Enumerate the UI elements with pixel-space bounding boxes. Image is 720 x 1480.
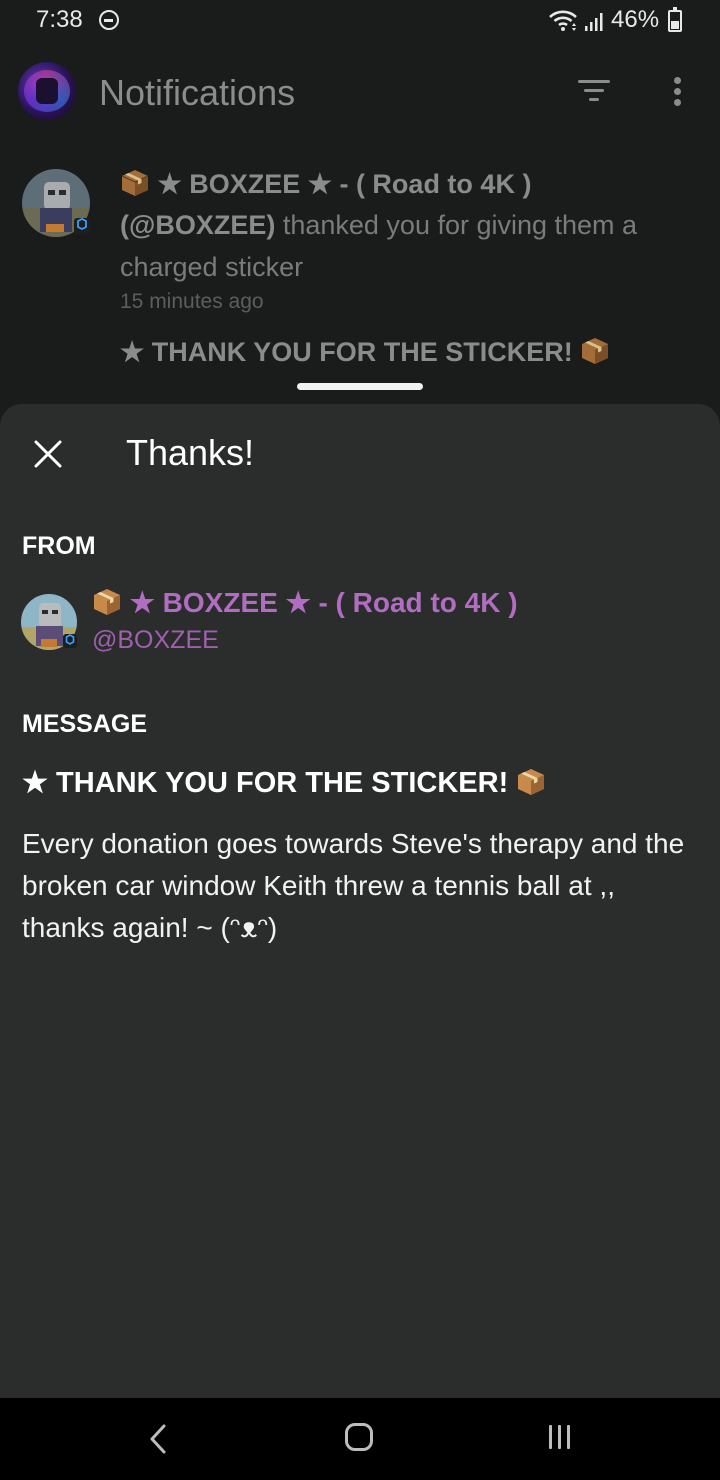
package-icon (121, 170, 149, 196)
from-name-text: ★ BOXZEE ★ - ( Road to 4K ) (129, 587, 518, 618)
package-icon (94, 589, 120, 615)
message-title-text: ★ THANK YOU FOR THE STICKER! (22, 767, 509, 799)
notification-item[interactable]: ★ BOXZEE ★ - ( Road to 4K ) (@BOXZEE) th… (120, 164, 680, 314)
home-icon[interactable] (345, 1423, 373, 1451)
package-icon (518, 769, 545, 795)
notification-message-text: ★ THANK YOU FOR THE STICKER! (120, 337, 573, 367)
status-time: 7:38 (36, 6, 83, 33)
close-icon[interactable] (32, 438, 64, 470)
notification-message: ★ THANK YOU FOR THE STICKER! (120, 336, 610, 368)
battery-percentage: 46% (611, 6, 660, 33)
avatar[interactable] (22, 168, 92, 238)
notification-time: 15 minutes ago (120, 290, 264, 313)
battery-icon (668, 7, 682, 32)
notification-title: ★ BOXZEE ★ - ( Road to 4K ) (157, 169, 532, 199)
back-icon[interactable] (146, 1422, 170, 1456)
from-label: FROM (22, 532, 96, 560)
recents-icon[interactable] (548, 1425, 574, 1451)
more-vert-icon[interactable] (674, 77, 682, 107)
message-title: ★ THANK YOU FOR THE STICKER! (22, 765, 546, 800)
page-title: Notifications (99, 72, 296, 113)
package-icon (582, 338, 609, 364)
filter-icon[interactable] (578, 80, 610, 104)
thanks-sheet: Thanks! FROM ★ BOXZEE ★ - ( Road to 4K )… (0, 404, 720, 1398)
sheet-drag-handle[interactable] (297, 383, 423, 390)
signal-icon (585, 13, 603, 31)
do-not-disturb-icon (99, 10, 119, 30)
message-label: MESSAGE (22, 710, 148, 738)
wifi-icon (549, 10, 577, 31)
sheet-title: Thanks! (126, 432, 255, 473)
app-avatar[interactable] (18, 62, 76, 120)
from-name[interactable]: ★ BOXZEE ★ - ( Road to 4K ) (92, 586, 518, 619)
notification-handle: (@BOXZEE) (120, 210, 276, 240)
navigation-bar (0, 1398, 720, 1480)
from-handle[interactable]: @BOXZEE (92, 626, 219, 655)
message-body: Every donation goes towards Steve's ther… (22, 828, 685, 943)
avatar[interactable] (21, 593, 79, 651)
status-bar: 7:38 46% (0, 0, 720, 44)
